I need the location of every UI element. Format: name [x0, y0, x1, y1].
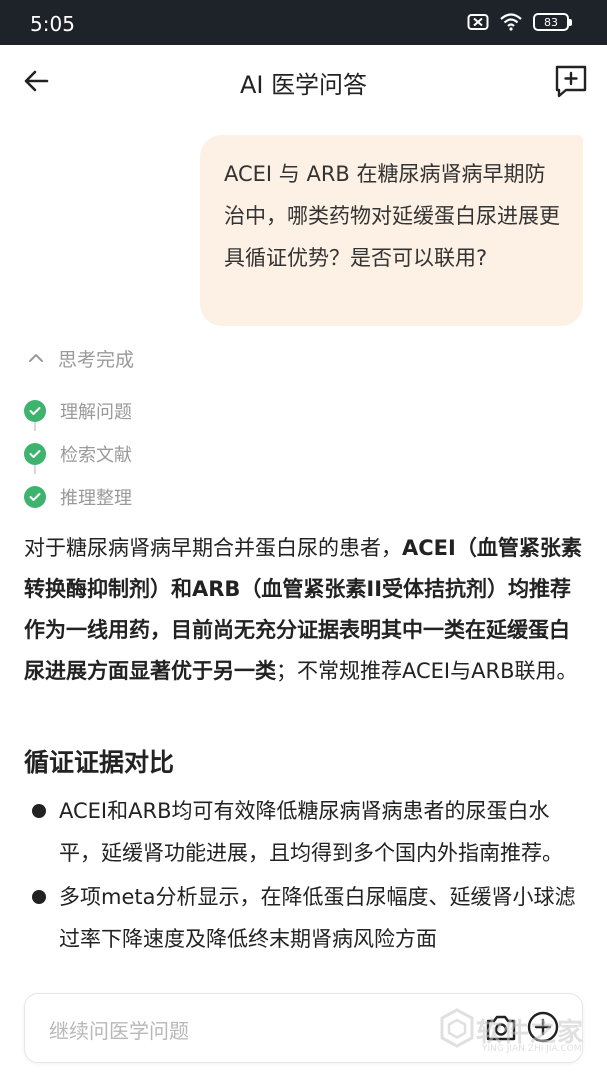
bullet-list: ACEI和ARB均可有效降低糖尿病肾病患者的尿蛋白水平，延缓肾功能进展，且均得到…	[32, 790, 588, 960]
user-message-bubble: ACEI 与 ARB 在糖尿病肾病早期防治中，哪类药物对延缓蛋白尿进展更具循证优…	[200, 135, 583, 326]
status-bar: 5:05 83	[0, 0, 607, 45]
new-chat-button[interactable]	[553, 63, 589, 99]
status-time: 5:05	[30, 12, 75, 36]
thinking-toggle[interactable]: 思考完成	[24, 343, 324, 373]
list-item: 多项meta分析显示，在降低蛋白尿幅度、延缓肾小球滤过率下降速度及降低终末期肾病…	[32, 876, 588, 960]
bullet-icon	[32, 804, 46, 818]
bullet-icon	[32, 890, 46, 904]
thinking-step: 推理整理	[24, 475, 324, 518]
thinking-step-label: 理解问题	[60, 401, 132, 423]
page-title: AI 医学问答	[239, 71, 368, 99]
thinking-panel: 思考完成 理解问题 检索文献 推理整理	[24, 343, 324, 518]
list-item-text: 多项meta分析显示，在降低蛋白尿幅度、延缓肾小球滤过率下降速度及降低终末期肾病…	[59, 885, 576, 951]
chevron-up-icon	[29, 354, 43, 362]
answer-intro: 对于糖尿病肾病早期合并蛋白尿的患者，	[24, 536, 402, 560]
thinking-step: 理解问题	[24, 389, 324, 432]
app-bar: AI 医学问答	[0, 45, 607, 117]
message-input[interactable]: 继续问医学问题	[49, 1015, 189, 1044]
new-chat-icon	[555, 65, 587, 98]
answer-paragraph: 对于糖尿病肾病早期合并蛋白尿的患者，ACEI（血管紧张素转换酶抑制剂）和ARB（…	[24, 528, 586, 692]
list-item-text: ACEI和ARB均可有效降低糖尿病肾病患者的尿蛋白水平，延缓肾功能进展，且均得到…	[59, 799, 563, 865]
thinking-step: 检索文献	[24, 432, 324, 475]
check-icon	[24, 485, 46, 508]
list-item: ACEI和ARB均可有效降低糖尿病肾病患者的尿蛋白水平，延缓肾功能进展，且均得到…	[32, 790, 588, 874]
battery-icon: 83	[533, 13, 572, 31]
cube-icon	[440, 1008, 474, 1048]
watermark-subtext: YING JIAN ZHI JIA.COM	[482, 1044, 582, 1054]
thinking-step-label: 推理整理	[60, 487, 132, 509]
status-icons: 83	[467, 13, 572, 31]
thinking-steps: 理解问题 检索文献 推理整理	[24, 389, 324, 518]
check-icon	[24, 399, 46, 422]
sim-off-icon	[467, 13, 489, 31]
section-title: 循证证据对比	[24, 748, 175, 777]
watermark-logo: 软件之家 YING JIAN ZHI JIA.COM	[440, 1004, 600, 1064]
wifi-icon	[499, 13, 523, 31]
check-icon	[24, 442, 46, 465]
thinking-status: 思考完成	[58, 348, 135, 371]
thinking-step-label: 检索文献	[60, 444, 132, 466]
answer-tail: ；不常规推荐ACEI与ARB联用。	[276, 659, 578, 683]
